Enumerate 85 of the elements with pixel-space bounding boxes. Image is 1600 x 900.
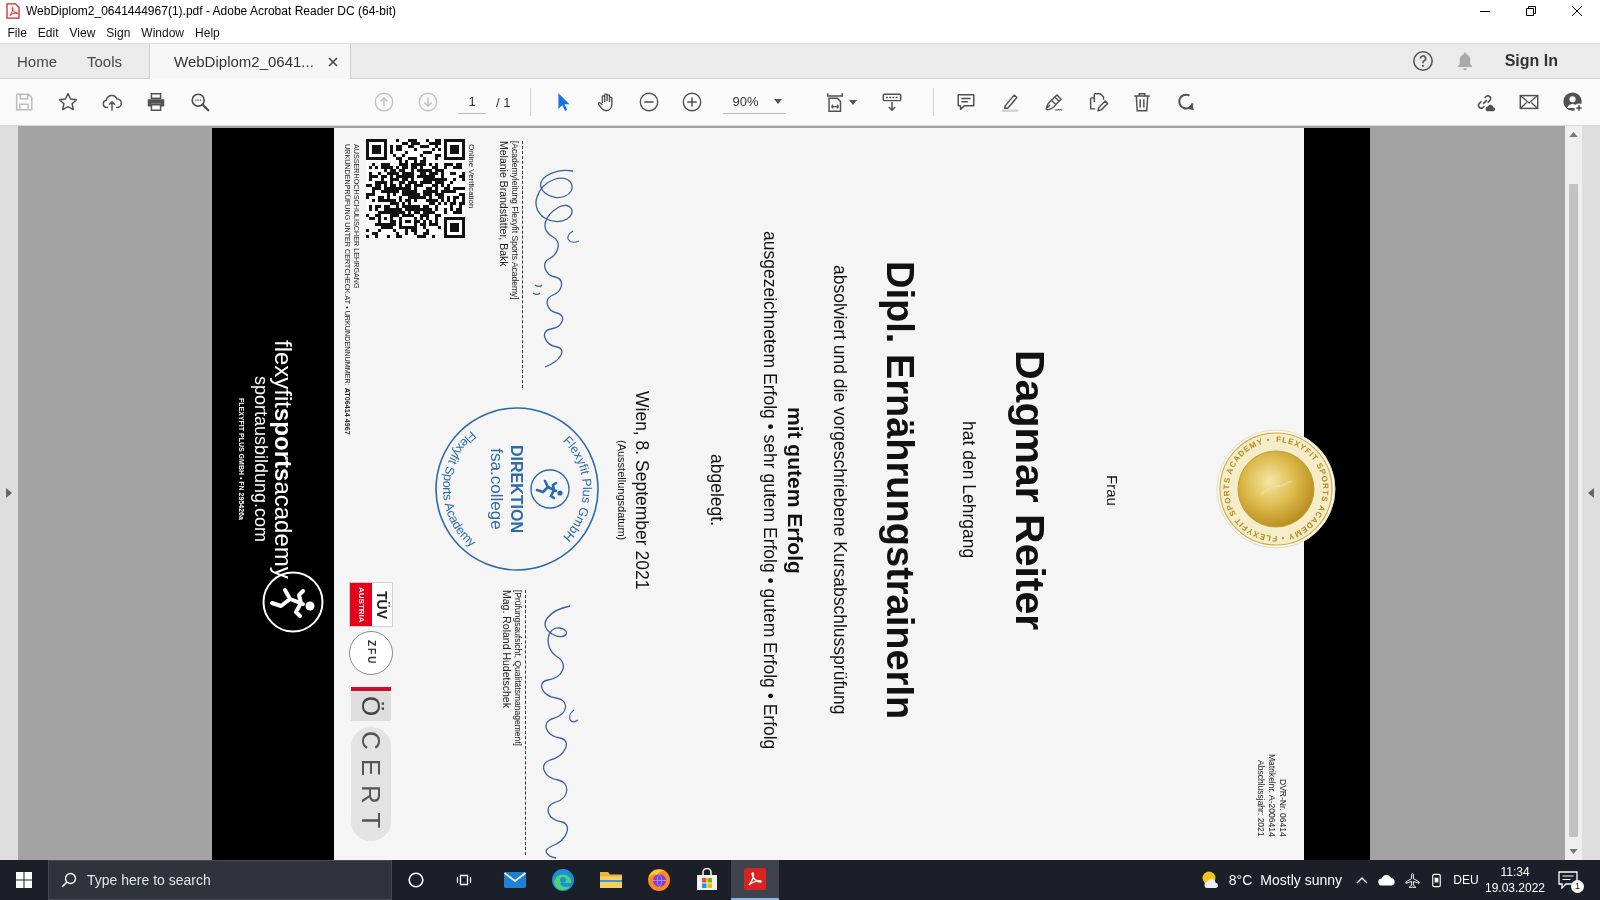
sun-cloud-icon: [1200, 870, 1221, 890]
scroll-down-icon[interactable]: [1569, 849, 1578, 854]
grade-text: mit gutem Erfolg: [783, 406, 807, 574]
clock-time: 11:34: [1500, 864, 1530, 880]
issue-date: Wien, 8. September 2021: [631, 390, 653, 590]
task-view-icon[interactable]: [456, 872, 472, 888]
certificate-text: absolviert und die vorgeschriebene Kursabschlussprüfung: [829, 265, 851, 715]
zoom-out-icon[interactable]: [637, 91, 660, 113]
tab[interactable]: Tools: [72, 44, 138, 78]
logo-wordmark: ZFU: [365, 640, 377, 666]
taskbar-app[interactable]: [731, 860, 779, 900]
search-icon[interactable]: [189, 91, 211, 113]
scroll-up-icon[interactable]: [1569, 132, 1578, 137]
search-field[interactable]: Type here to search: [48, 860, 392, 900]
scrollbar-thumb[interactable]: [1569, 184, 1578, 837]
pdf-app-icon: [743, 867, 767, 891]
clock-date: 19.03.2022: [1484, 880, 1546, 896]
circle-icon[interactable]: [408, 872, 424, 888]
page-count: / 1: [496, 94, 511, 110]
close-icon[interactable]: [1572, 6, 1582, 16]
logo-letter: Ö: [351, 687, 391, 721]
tab[interactable]: Home: [2, 44, 72, 78]
notification-icon[interactable]: [1558, 871, 1578, 889]
brand-name: flexyfitsportsacademy: [271, 340, 295, 579]
registry-line: DVR-Nr. 06414: [1277, 779, 1288, 837]
diploma-title: Dipl. ErnährungstrainerIn: [878, 260, 922, 720]
menu-item[interactable]: Help: [189, 23, 226, 42]
edit-document-icon[interactable]: [1087, 91, 1110, 113]
windows-logo-icon[interactable]: [16, 872, 32, 888]
notification-count: 1: [1571, 880, 1584, 893]
stamp-subtitle: fsa.college: [487, 448, 506, 530]
search-icon: [61, 872, 77, 888]
caret-icon[interactable]: [774, 99, 783, 104]
logo-caption: AUSTRIA: [350, 583, 372, 626]
certificate-text: ausgezeichnetem Erfolg • sehr gutem Erfolg • gutem Erfolg • Erfolg: [759, 230, 781, 750]
tab[interactable]: WebDiplom2_0641...: [149, 44, 351, 79]
weather-condition: Mostly sunny: [1260, 872, 1342, 888]
clock[interactable]: 11:34 19.03.2022: [1484, 864, 1546, 896]
add-user-icon[interactable]: [1562, 91, 1584, 113]
close-icon[interactable]: [327, 56, 338, 67]
scrollbar-track[interactable]: [1565, 126, 1582, 860]
caret-right-icon[interactable]: [6, 488, 12, 498]
date-caption: (Ausstellungsdatum): [615, 439, 629, 541]
page-number-field[interactable]: 1: [458, 90, 486, 114]
logo-wordmark: TÜV: [373, 590, 391, 619]
comment-icon[interactable]: [955, 91, 978, 113]
signer-role: [Academyleitung Flexyfit Sports Academy]: [510, 141, 520, 300]
certificate-text: hat den Lehrgang: [958, 421, 980, 559]
verification-label: Online Verification: [466, 144, 476, 209]
menu-item[interactable]: Edit: [32, 23, 65, 42]
window-title: WebDiplom2_0641444967(1).pdf - Adobe Acrobat Reader DC (64-bit): [26, 4, 396, 18]
stamp-title: DIREKTION: [508, 445, 525, 533]
globe-icon: [647, 868, 671, 892]
help-icon[interactable]: [1411, 50, 1434, 72]
menu-item[interactable]: File: [2, 23, 33, 42]
pdf-file-icon: [6, 3, 20, 19]
caret-icon[interactable]: [849, 99, 858, 105]
recipient-name: Dagmar Reiter: [1007, 349, 1053, 631]
language-indicator[interactable]: DEU: [1448, 873, 1484, 887]
menu-item[interactable]: Sign: [100, 23, 136, 42]
chevron-up-icon[interactable]: [1356, 876, 1368, 884]
restore-icon[interactable]: [1526, 6, 1536, 16]
menu-item[interactable]: View: [64, 23, 101, 42]
zoom-in-icon[interactable]: [680, 91, 703, 113]
cloud-icon[interactable]: [1378, 874, 1396, 886]
shopping-bag-icon: [695, 868, 719, 892]
menu-item[interactable]: Window: [135, 23, 190, 42]
salutation-text: Frau: [1103, 474, 1122, 506]
logo-wordmark: CERT: [351, 727, 391, 842]
print-icon[interactable]: [145, 91, 167, 113]
signer-role: [Prüfungsaufsicht, Qualitätsmanagement]: [513, 590, 523, 746]
scroll-mode-icon[interactable]: [881, 91, 904, 113]
caret-left-icon[interactable]: [1588, 488, 1594, 498]
signer-name: Melanie Brandstätter, Bakk: [498, 141, 509, 267]
browser-icon: [551, 868, 575, 892]
sign-in-link[interactable]: Sign In: [1504, 52, 1558, 70]
website-text: sportausbildung.com: [251, 376, 271, 543]
certificate-text: abgelegt.: [706, 454, 728, 526]
star-icon[interactable]: [57, 91, 79, 113]
airplane-icon[interactable]: [1404, 872, 1420, 888]
registry-line: Abschlussjahr: 2021: [1255, 760, 1266, 837]
signer-name: Mag. Roland Hudetschek: [501, 590, 512, 708]
temperature-text: 8°C: [1228, 872, 1253, 888]
registry-line: Matrikelnr. A-2006414: [1266, 754, 1277, 837]
zoom-field[interactable]: 90%: [723, 90, 787, 114]
